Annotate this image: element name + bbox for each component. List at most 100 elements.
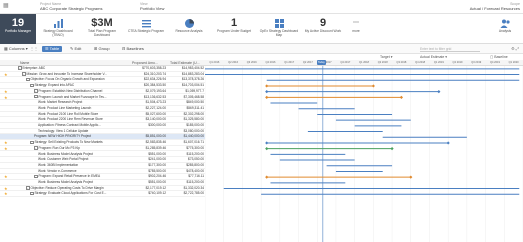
- card-label: Analysis: [498, 29, 512, 33]
- card-active-discount[interactable]: 9 My Active Discount Work: [302, 14, 344, 44]
- gantt-svg: [205, 66, 523, 242]
- row-name-text: Mission: Grow and Innovate To Increase S…: [26, 71, 107, 76]
- card-label: Program Under Budget: [217, 29, 251, 33]
- columns-button[interactable]: ▦ Columns ▾: [4, 46, 28, 52]
- proposed-amount: $740,109.12: [148, 191, 166, 196]
- milestone-diamond[interactable]: [437, 90, 441, 94]
- row-name-text: Program: Expand Retail Presence In EMEA: [38, 174, 101, 179]
- list-icon: [141, 20, 151, 28]
- milestone-diamond[interactable]: [265, 90, 269, 94]
- edit-label: Edit: [74, 46, 82, 51]
- scope-value: Actual / Forecast Resources: [469, 5, 520, 11]
- milestone-diamond[interactable]: [265, 95, 269, 99]
- settings-icon[interactable]: ⚙: [511, 46, 515, 51]
- collapse-toggle-icon[interactable]: -: [30, 191, 34, 196]
- scenario-label: Actual Estimate: [420, 55, 445, 59]
- collapse-toggle-icon[interactable]: -: [34, 94, 38, 99]
- row-name[interactable]: - Strategy: Evaluate Cloud Applications F…: [30, 191, 130, 196]
- view-field[interactable]: View Portfolio View: [140, 2, 164, 11]
- pie-chart-icon: [184, 19, 194, 28]
- milestone-diamond[interactable]: [265, 141, 269, 145]
- milestone-diamond[interactable]: [265, 84, 269, 88]
- filter-search-input[interactable]: Enter text to filter grid: [420, 46, 480, 52]
- card-label: My Active Discount Work: [304, 29, 342, 33]
- project-field[interactable]: Project Name ABC Corporate Strategic Pro…: [40, 2, 102, 11]
- toolbar: ▦ Columns ▾ ⋮⋮ ☰ Table ✎ Edit ⊞ Group ⊟ …: [0, 44, 523, 54]
- collapse-toggle-icon[interactable]: -: [34, 146, 38, 150]
- card-ctea-strategic[interactable]: CTEA Strategic Program: [126, 14, 166, 44]
- row-name-text: Work: Product 2200 Line Rem Revenue Stor…: [38, 117, 103, 122]
- row-name-text: Work: 360BI Implementation: [38, 162, 79, 167]
- collapse-toggle-icon[interactable]: -: [34, 89, 38, 93]
- scope-field[interactable]: Scope Actual / Forecast Resources: [440, 2, 520, 11]
- card-label: CTEA Strategic Program: [127, 29, 165, 33]
- milestone-diamond[interactable]: [371, 84, 375, 88]
- toolbar-icons[interactable]: ⚙ ⤢: [511, 46, 519, 51]
- row-name-text: Work: Customer Web Portal Project: [38, 157, 89, 162]
- grid-icon: [274, 19, 284, 28]
- table-row[interactable]: ★ - Strategy: Evaluate Cloud Applications …: [0, 191, 205, 198]
- card-portfolio-manager[interactable]: 19 Portfolio Manager: [0, 14, 36, 44]
- collapse-toggle-icon[interactable]: -: [30, 83, 34, 87]
- card-opex-strategy[interactable]: OpEx Strategy Dashboard Map: [258, 14, 300, 44]
- card-total-plan[interactable]: $3M Total Plan Program Dashboard: [80, 14, 124, 44]
- row-name-text: Strategy: Expand into APAC: [34, 83, 75, 88]
- milestone-diamond[interactable]: [446, 141, 450, 145]
- app-grid-icon[interactable]: ▦: [3, 3, 10, 10]
- star-icon[interactable]: ★: [4, 191, 8, 196]
- baselines-label: Baselines: [126, 46, 144, 51]
- row-name-text: Work: Market Research Project: [38, 100, 83, 105]
- row-name-text: Strategy: Sell Existing Products To New …: [34, 140, 103, 145]
- table-button[interactable]: ☰ Table: [42, 46, 63, 52]
- row-name-text: Objective: Reduce Operating Costs To Dri…: [30, 185, 104, 190]
- group-button[interactable]: ⊞ Group: [94, 46, 110, 52]
- baseline-label: Baseline: [494, 55, 508, 59]
- proposed-header-label: Proposed Amo...: [132, 61, 158, 65]
- target-label: Target: [380, 55, 390, 59]
- row-name-text: Work: Product Line Marketing Launch: [38, 105, 92, 110]
- baselines-button[interactable]: ⊟ Baselines: [122, 46, 144, 52]
- milestone-diamond[interactable]: [409, 175, 413, 179]
- gantt-chart: [205, 60, 523, 242]
- collapse-toggle-icon[interactable]: -: [30, 140, 34, 144]
- row-name-text: Program: Establish New Distribution Chan…: [38, 88, 103, 93]
- row-name-text: Work: Vendor e-Commerce: [38, 168, 77, 173]
- card-analysis[interactable]: Analysis: [490, 14, 520, 44]
- tree-button[interactable]: ⋮⋮: [30, 46, 38, 52]
- card-label: Total Plan Program Dashboard: [87, 29, 117, 37]
- collapse-toggle-icon[interactable]: -: [26, 186, 30, 190]
- row-name-text: Program: NEW HIGH PRIORITY Project: [34, 134, 91, 139]
- collapse-toggle-icon[interactable]: -: [22, 72, 26, 76]
- milestone-diamond[interactable]: [399, 95, 404, 99]
- edit-button[interactable]: ✎ Edit: [70, 46, 81, 52]
- bar-chart-icon: [53, 19, 63, 28]
- collapse-toggle-icon[interactable]: -: [34, 174, 38, 179]
- expand-icon[interactable]: ⤢: [516, 46, 519, 51]
- card-label: OpEx Strategy Dashboard Map: [259, 29, 299, 37]
- collapse-toggle-icon[interactable]: -: [26, 77, 30, 82]
- row-name-text: Work: Product 2100 Line Roll Mobile Stor…: [38, 111, 99, 116]
- row-name-text: Technology: View 1 Cellular Update: [38, 128, 89, 133]
- search-placeholder: Enter text to filter grid: [420, 47, 452, 51]
- row-name-text: Program: Run Our Mc P3 Kip: [38, 145, 80, 150]
- estimate-header-label: Total Estimate (U...: [170, 61, 200, 65]
- name-header-label: Name: [20, 61, 30, 65]
- portfolio-table: Name Proposed Amo... Total Estimate (U..…: [0, 60, 205, 242]
- group-label: Group: [98, 46, 110, 51]
- top-bar: ▦ Project Name ABC Corporate Strategic P…: [0, 0, 523, 14]
- card-resource-analysis[interactable]: Resource Analysis: [168, 14, 210, 44]
- dashboard-cards: 19 Portfolio Manager Strategy Dashboard …: [0, 14, 523, 44]
- milestone-diamond[interactable]: [390, 147, 394, 151]
- card-label: Strategy Dashboard (TBNO): [43, 29, 73, 37]
- milestone-diamond[interactable]: [265, 147, 269, 151]
- card-more[interactable]: ⋯ more: [346, 14, 366, 44]
- row-name-text: Work: Business Model Analysis Project: [38, 151, 94, 156]
- card-under-budget[interactable]: 1 Program Under Budget: [212, 14, 256, 44]
- card-strategy-dashboard[interactable]: Strategy Dashboard (TBNO): [38, 14, 78, 44]
- milestone-diamond[interactable]: [265, 175, 269, 179]
- collapse-toggle-icon[interactable]: -: [18, 66, 22, 70]
- view-value: Portfolio View: [140, 5, 165, 11]
- card-label: Portfolio Manager: [4, 29, 32, 33]
- row-name-text: Strategy: Evaluate Cloud Applications Fo…: [34, 191, 107, 196]
- card-label: Resource Analysis: [175, 29, 203, 33]
